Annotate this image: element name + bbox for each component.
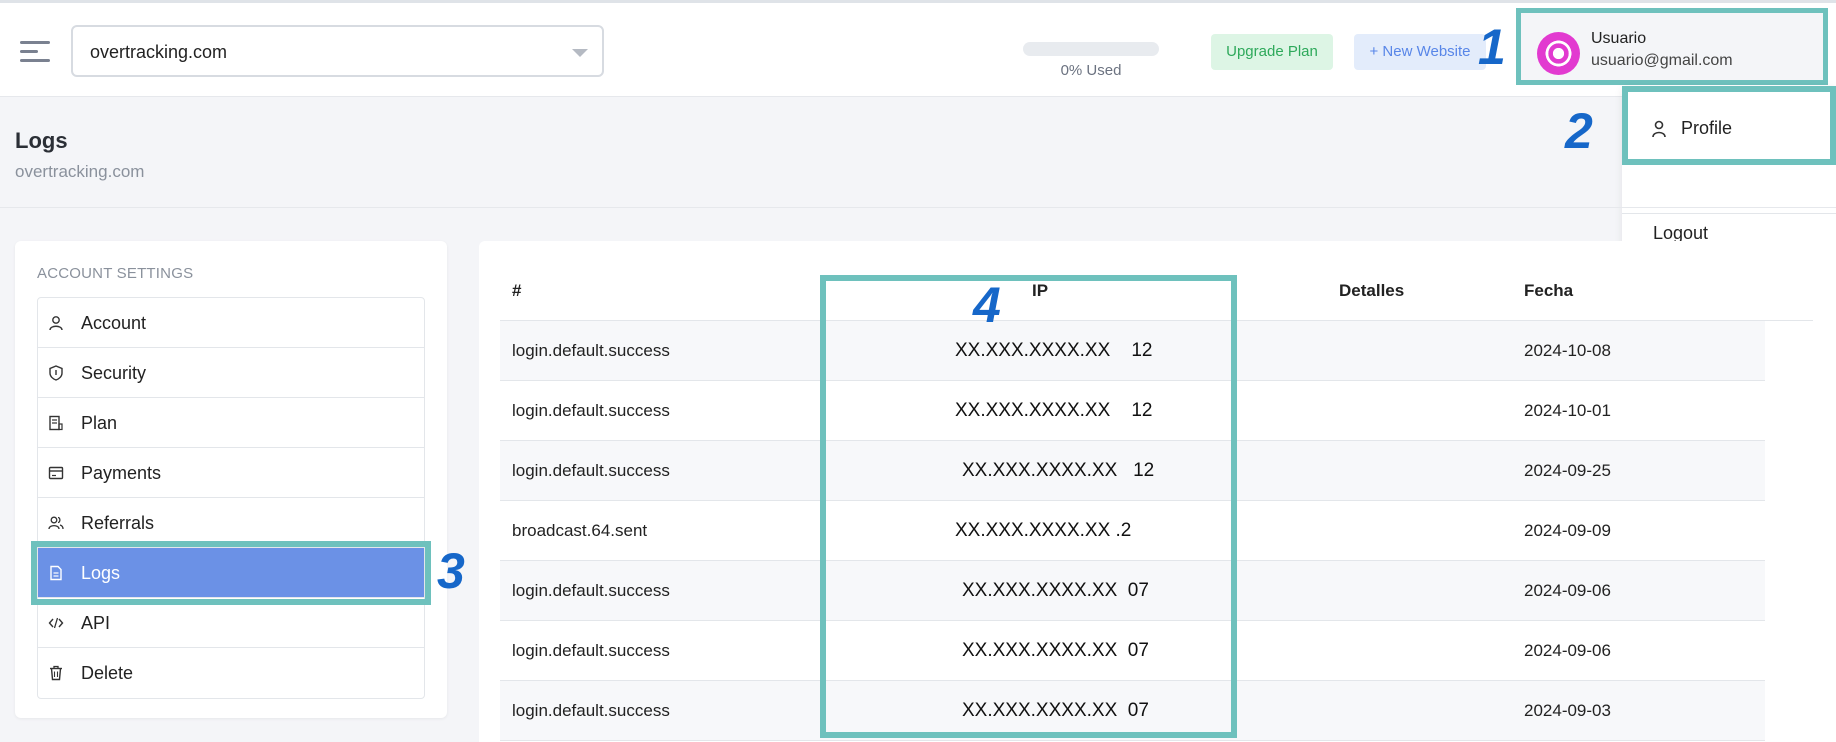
table-row: login.default.success XX.XXX.XXXX.XX 12 … bbox=[500, 321, 1765, 381]
cell-event: login.default.success bbox=[512, 641, 670, 660]
account-settings-sidebar: ACCOUNT SETTINGS Account Security Plan P… bbox=[15, 241, 447, 718]
table-row: login.default.success XX.XXX.XXXX.XX 12 … bbox=[500, 381, 1765, 441]
cell-date: 2024-09-25 bbox=[1524, 461, 1611, 480]
sidebar-item-label: Referrals bbox=[81, 513, 155, 533]
cell-date: 2024-09-03 bbox=[1524, 701, 1611, 720]
cell-date: 2024-09-09 bbox=[1524, 521, 1611, 540]
sidebar-menu: Account Security Plan Payments Referrals… bbox=[31, 297, 431, 699]
sidebar-item-label: Delete bbox=[81, 663, 134, 683]
column-header-event: # bbox=[512, 281, 522, 300]
dropdown-divider bbox=[1622, 213, 1836, 214]
sidebar-item-label: Payments bbox=[81, 463, 162, 483]
usage-progress-bar bbox=[1023, 42, 1159, 56]
trash-icon bbox=[50, 665, 62, 681]
cell-event: login.default.success bbox=[512, 701, 670, 720]
sidebar-item-api[interactable]: API bbox=[38, 598, 424, 648]
annotation-marker-4: 4 bbox=[973, 277, 1001, 333]
user-menu-toggle[interactable]: Usuario usuario@gmail.com bbox=[1516, 8, 1828, 85]
sidebar-section-label: ACCOUNT SETTINGS bbox=[37, 265, 194, 282]
usage-label: 0% Used bbox=[1060, 62, 1122, 79]
sidebar-item-label: Logs bbox=[81, 563, 121, 583]
page-subtitle: overtracking.com bbox=[15, 162, 145, 181]
new-website-button[interactable]: + New Website bbox=[1354, 34, 1486, 70]
sidebar-item-account[interactable]: Account bbox=[38, 298, 424, 348]
sidebar-item-delete[interactable]: Delete bbox=[38, 648, 424, 698]
column-header-ip: IP bbox=[1032, 281, 1049, 300]
cell-event: login.default.success bbox=[512, 401, 670, 420]
annotation-marker-2: 2 bbox=[1565, 103, 1593, 159]
table-row: login.default.success XX.XXX.XXXX.XX 07 … bbox=[500, 621, 1765, 681]
dropdown-item-profile[interactable]: Profile bbox=[1622, 86, 1836, 165]
cell-event: login.default.success bbox=[512, 341, 670, 360]
code-icon bbox=[48, 617, 64, 629]
annotation-marker-3: 3 bbox=[437, 543, 465, 599]
cell-ip: XX.XXX.XXXX.XX 12 bbox=[955, 340, 1153, 361]
user-name: Usuario bbox=[1591, 30, 1647, 47]
cell-event: login.default.success bbox=[512, 581, 670, 600]
user-icon bbox=[49, 316, 63, 331]
divider bbox=[0, 207, 1836, 208]
upgrade-plan-button[interactable]: Upgrade Plan bbox=[1211, 34, 1333, 70]
cell-ip: XX.XXX.XXXX.XX 12 bbox=[955, 400, 1153, 421]
cell-ip: XX.XXX.XXXX.XX 12 bbox=[962, 460, 1155, 481]
sidebar-item-label: Plan bbox=[81, 413, 118, 433]
cell-date: 2024-09-06 bbox=[1524, 641, 1611, 660]
avatar bbox=[1537, 32, 1580, 75]
sidebar-item-label: Security bbox=[81, 363, 147, 383]
sidebar-item-payments[interactable]: Payments bbox=[38, 448, 424, 498]
shield-icon bbox=[49, 365, 63, 381]
cell-event: login.default.success bbox=[512, 461, 670, 480]
cell-date: 2024-09-06 bbox=[1524, 581, 1611, 600]
sidebar-item-security[interactable]: Security bbox=[38, 348, 424, 398]
cell-ip: XX.XXX.XXXX.XX 07 bbox=[962, 580, 1149, 601]
chevron-down-icon bbox=[572, 49, 588, 57]
menu-icon[interactable] bbox=[20, 41, 50, 63]
plan-icon bbox=[49, 415, 63, 431]
cell-ip: XX.XXX.XXXX.XX 07 bbox=[962, 640, 1149, 661]
column-header-details: Detalles bbox=[1339, 281, 1405, 300]
usage-meter: 0% Used bbox=[1023, 42, 1159, 79]
sidebar-item-plan[interactable]: Plan bbox=[38, 398, 424, 448]
website-select[interactable]: overtracking.com bbox=[71, 25, 604, 77]
credit-card-icon bbox=[48, 466, 64, 480]
annotation-marker-1: 1 bbox=[1478, 19, 1506, 75]
top-bar: overtracking.com 0% Used Upgrade Plan + … bbox=[0, 0, 1836, 97]
table-row: login.default.success XX.XXX.XXXX.XX 12 … bbox=[500, 441, 1765, 501]
table-row: broadcast.64.sent XX.XXX.XXXX.XX .2 2024… bbox=[500, 501, 1765, 561]
page-title: Logs bbox=[15, 128, 68, 153]
user-icon bbox=[1652, 120, 1666, 138]
dropdown-item-label: Profile bbox=[1681, 118, 1733, 138]
sidebar-item-label: Account bbox=[81, 313, 147, 333]
sidebar-item-label: API bbox=[81, 613, 111, 633]
website-select-value: overtracking.com bbox=[90, 42, 228, 62]
user-dropdown: Profile Logout bbox=[1622, 86, 1836, 267]
table-row: login.default.success XX.XXX.XXXX.XX 07 … bbox=[500, 681, 1765, 741]
sidebar-item-logs[interactable]: Logs bbox=[31, 541, 431, 605]
cell-date: 2024-10-08 bbox=[1524, 341, 1611, 360]
cell-date: 2024-10-01 bbox=[1524, 401, 1611, 420]
users-icon bbox=[48, 516, 64, 530]
cell-ip: XX.XXX.XXXX.XX 07 bbox=[962, 700, 1149, 721]
user-email: usuario@gmail.com bbox=[1591, 52, 1733, 69]
column-header-date: Fecha bbox=[1524, 281, 1574, 300]
cell-ip: XX.XXX.XXXX.XX .2 bbox=[955, 520, 1132, 541]
document-icon bbox=[50, 565, 62, 581]
table-row: login.default.success XX.XXX.XXXX.XX 07 … bbox=[500, 561, 1765, 621]
cell-event: broadcast.64.sent bbox=[512, 521, 648, 540]
sidebar-item-referrals[interactable]: Referrals bbox=[38, 498, 424, 548]
